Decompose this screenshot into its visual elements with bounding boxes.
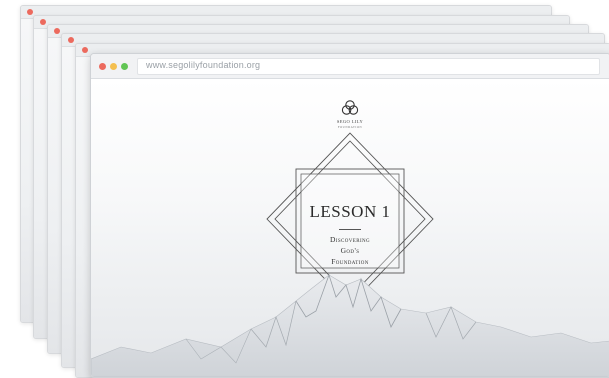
front-browser-window: www.segolilyfoundation.org SEGO LILY FOU…: [90, 53, 609, 378]
lesson-title: LESSON 1: [309, 202, 391, 221]
close-dot-icon: [27, 9, 33, 15]
close-dot-icon: [68, 37, 74, 43]
brand-name: SEGO LILY: [336, 119, 364, 124]
lesson-subtitle-line-3: Foundation: [331, 257, 369, 266]
close-dot-icon: [54, 28, 60, 34]
mountain-range-image: [91, 273, 609, 377]
close-dot-icon: [40, 19, 46, 25]
lily-flower-icon: [341, 100, 359, 115]
close-dot-icon: [82, 47, 88, 53]
minimize-button[interactable]: [110, 63, 117, 70]
lesson-subtitle-line-1: Discovering: [329, 235, 371, 244]
zoom-button[interactable]: [121, 63, 128, 70]
address-bar[interactable]: www.segolilyfoundation.org: [137, 58, 600, 75]
close-button[interactable]: [99, 63, 106, 70]
browser-titlebar: www.segolilyfoundation.org: [91, 54, 609, 79]
url-text: www.segolilyfoundation.org: [146, 60, 261, 70]
lesson-subtitle-line-2: God's: [340, 246, 360, 255]
slide-page: SEGO LILY FOUNDATION LESSON 1 Discoverin…: [91, 79, 609, 377]
stacked-browser-windows: www.segolilyfoundation.org SEGO LILY FOU…: [0, 0, 609, 378]
title-divider: [339, 229, 361, 230]
